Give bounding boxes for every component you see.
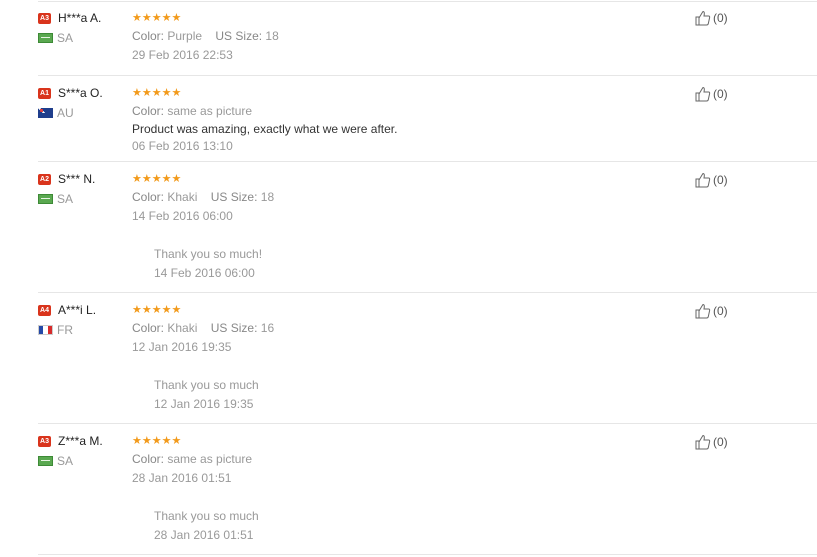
attr-value: Khaki — [167, 190, 198, 204]
reviewer-info: A1 S***a O. AU — [38, 84, 128, 122]
reply-text: Thank you so much — [154, 378, 259, 392]
review-date: 28 Jan 2016 01:51 — [132, 471, 232, 485]
reply-date: 28 Jan 2016 01:51 — [154, 528, 254, 542]
reviewer-info: A2 S*** N. SA — [38, 170, 128, 208]
review-date: 12 Jan 2016 19:35 — [132, 340, 232, 354]
divider — [38, 75, 817, 76]
attr-value: Purple — [167, 29, 203, 43]
attr-label: US Size: — [215, 29, 263, 43]
buyer-level-badge: A4 — [38, 304, 51, 316]
star-rating: ★★★★★ — [132, 12, 182, 24]
sa-flag-icon — [38, 194, 53, 204]
product-attributes: Color: Khaki US Size: 18 — [132, 189, 672, 205]
divider — [38, 161, 817, 162]
review-date: 14 Feb 2016 06:00 — [132, 209, 233, 223]
reviewer-info: A4 A***i L. FR — [38, 301, 128, 339]
product-attributes: Color: same as picture — [132, 451, 672, 467]
attr-value: Khaki — [167, 321, 198, 335]
reply-date: 14 Feb 2016 06:00 — [154, 266, 255, 280]
review-item: A4 A***i L. FR ★★★★★ Color: Khaki US Siz… — [0, 292, 817, 423]
reviewer-country: SA — [57, 192, 74, 206]
review-content: ★★★★★ Color: Khaki US Size: 18 14 Feb 20… — [132, 172, 672, 225]
review-content: ★★★★★ Color: same as picture Product was… — [132, 86, 672, 155]
reviewer-info: A3 Z***a M. SA — [38, 432, 128, 470]
buyer-level-badge: A3 — [38, 12, 51, 24]
sa-flag-icon — [38, 33, 53, 43]
reviewer-country: AU — [57, 106, 74, 120]
attr-label: Color: — [132, 452, 165, 466]
helpful-button[interactable]: (0) — [695, 303, 728, 319]
review-list: A3 H***a A. SA ★★★★★ Color: Purple US Si… — [0, 0, 817, 557]
attr-label: US Size: — [210, 321, 258, 335]
thumbs-up-icon — [695, 172, 711, 188]
buyer-level-badge: A3 — [38, 435, 51, 447]
reviewer-name: Z***a M. — [58, 434, 103, 448]
attr-value: 18 — [260, 190, 275, 204]
review-date: 29 Feb 2016 22:53 — [132, 48, 233, 62]
reply-text: Thank you so much — [154, 509, 259, 523]
divider — [38, 423, 817, 424]
attr-value: 16 — [260, 321, 275, 335]
reviewer-name: H***a A. — [58, 11, 102, 25]
attr-value: same as picture — [167, 104, 253, 118]
reviewer-country: SA — [57, 31, 74, 45]
helpful-button[interactable]: (0) — [695, 172, 728, 188]
helpful-button[interactable]: (0) — [695, 86, 728, 102]
review-item: A1 S***a O. AU ★★★★★ Color: same as pict… — [0, 75, 817, 161]
helpful-count: (0) — [713, 11, 728, 25]
buyer-level-badge: A1 — [38, 87, 51, 99]
review-text: Product was amazing, exactly what we wer… — [132, 122, 398, 136]
buyer-level-badge: A2 — [38, 173, 51, 185]
star-rating: ★★★★★ — [132, 435, 182, 447]
review-item: A3 H***a A. SA ★★★★★ Color: Purple US Si… — [0, 0, 817, 75]
attr-label: Color: — [132, 321, 165, 335]
product-attributes: Color: same as picture — [132, 103, 672, 119]
fr-flag-icon — [38, 325, 53, 335]
star-rating: ★★★★★ — [132, 173, 182, 185]
attr-label: US Size: — [210, 190, 258, 204]
review-content: ★★★★★ Color: same as picture 28 Jan 2016… — [132, 434, 672, 487]
reviewer-country: SA — [57, 454, 74, 468]
sa-flag-icon — [38, 456, 53, 466]
reviewer-name: S***a O. — [58, 86, 103, 100]
attr-label: Color: — [132, 190, 165, 204]
star-rating: ★★★★★ — [132, 87, 182, 99]
review-item: A2 S*** N. SA ★★★★★ Color: Khaki US Size… — [0, 161, 817, 292]
helpful-count: (0) — [713, 87, 728, 101]
review-item: A3 Z***a M. SA ★★★★★ Color: same as pict… — [0, 423, 817, 557]
helpful-count: (0) — [713, 304, 728, 318]
attr-label: Color: — [132, 104, 165, 118]
helpful-count: (0) — [713, 435, 728, 449]
review-content: ★★★★★ Color: Purple US Size: 18 29 Feb 2… — [132, 11, 672, 64]
product-attributes: Color: Khaki US Size: 16 — [132, 320, 672, 336]
thumbs-up-icon — [695, 86, 711, 102]
divider — [38, 292, 817, 293]
seller-reply: Thank you so much 12 Jan 2016 19:35 — [154, 377, 259, 413]
attr-value: same as picture — [167, 452, 253, 466]
divider — [38, 554, 817, 555]
thumbs-up-icon — [695, 303, 711, 319]
au-flag-icon — [38, 108, 53, 118]
attr-label: Color: — [132, 29, 165, 43]
reviewer-name: S*** N. — [58, 172, 96, 186]
attr-value: 18 — [265, 29, 279, 43]
reviewer-country: FR — [57, 323, 73, 337]
seller-reply: Thank you so much 28 Jan 2016 01:51 — [154, 508, 259, 544]
reply-text: Thank you so much! — [154, 247, 263, 261]
helpful-button[interactable]: (0) — [695, 10, 728, 26]
thumbs-up-icon — [695, 434, 711, 450]
thumbs-up-icon — [695, 10, 711, 26]
helpful-count: (0) — [713, 173, 728, 187]
review-content: ★★★★★ Color: Khaki US Size: 16 12 Jan 20… — [132, 303, 672, 356]
seller-reply: Thank you so much! 14 Feb 2016 06:00 — [154, 246, 262, 282]
divider — [38, 1, 817, 2]
product-attributes: Color: Purple US Size: 18 — [132, 28, 672, 44]
reviewer-name: A***i L. — [58, 303, 97, 317]
reviewer-info: A3 H***a A. SA — [38, 9, 128, 47]
helpful-button[interactable]: (0) — [695, 434, 728, 450]
star-rating: ★★★★★ — [132, 304, 182, 316]
review-date: 06 Feb 2016 13:10 — [132, 139, 233, 153]
reply-date: 12 Jan 2016 19:35 — [154, 397, 254, 411]
